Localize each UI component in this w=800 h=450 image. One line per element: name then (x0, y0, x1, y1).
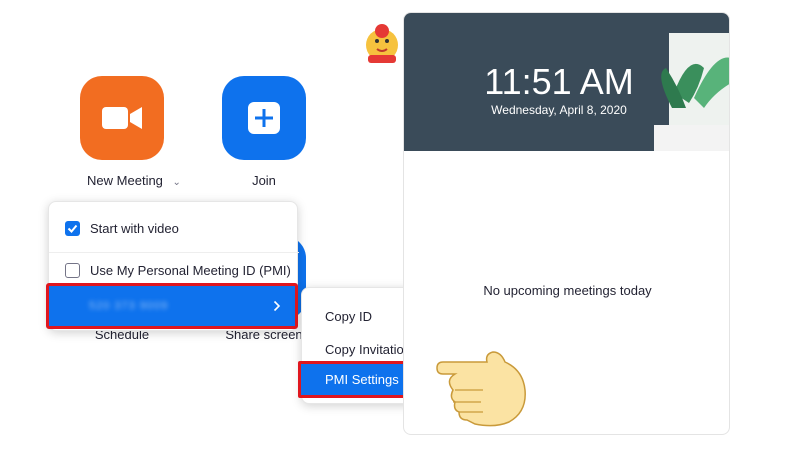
start-with-video-label: Start with video (90, 220, 179, 236)
clock-banner: 11:51 AM Wednesday, April 8, 2020 (404, 13, 729, 151)
chevron-right-icon (273, 300, 281, 312)
pmi-number: 520 373 9009 (89, 300, 169, 312)
plus-icon (248, 102, 280, 134)
clock-date: Wednesday, April 8, 2020 (491, 103, 627, 117)
no-meetings-message: No upcoming meetings today (483, 283, 652, 298)
start-with-video-option[interactable]: Start with video (49, 210, 299, 246)
new-meeting-label: New Meeting ⌄ (87, 173, 181, 188)
pointing-hand-icon (436, 351, 526, 427)
join-label: Join (252, 173, 276, 188)
use-pmi-label: Use My Personal Meeting ID (PMI) (90, 263, 291, 278)
video-camera-icon (102, 107, 142, 129)
pmi-menu-item[interactable]: 520 373 9009 (46, 283, 298, 329)
chevron-down-icon[interactable]: ⌄ (173, 177, 181, 188)
clock-time: 11:51 AM (484, 61, 634, 102)
new-meeting-button[interactable] (80, 76, 164, 160)
use-pmi-checkbox[interactable] (65, 263, 80, 278)
join-button[interactable] (222, 76, 306, 160)
checkmark-icon (67, 224, 78, 233)
start-with-video-checkbox[interactable] (65, 220, 80, 236)
